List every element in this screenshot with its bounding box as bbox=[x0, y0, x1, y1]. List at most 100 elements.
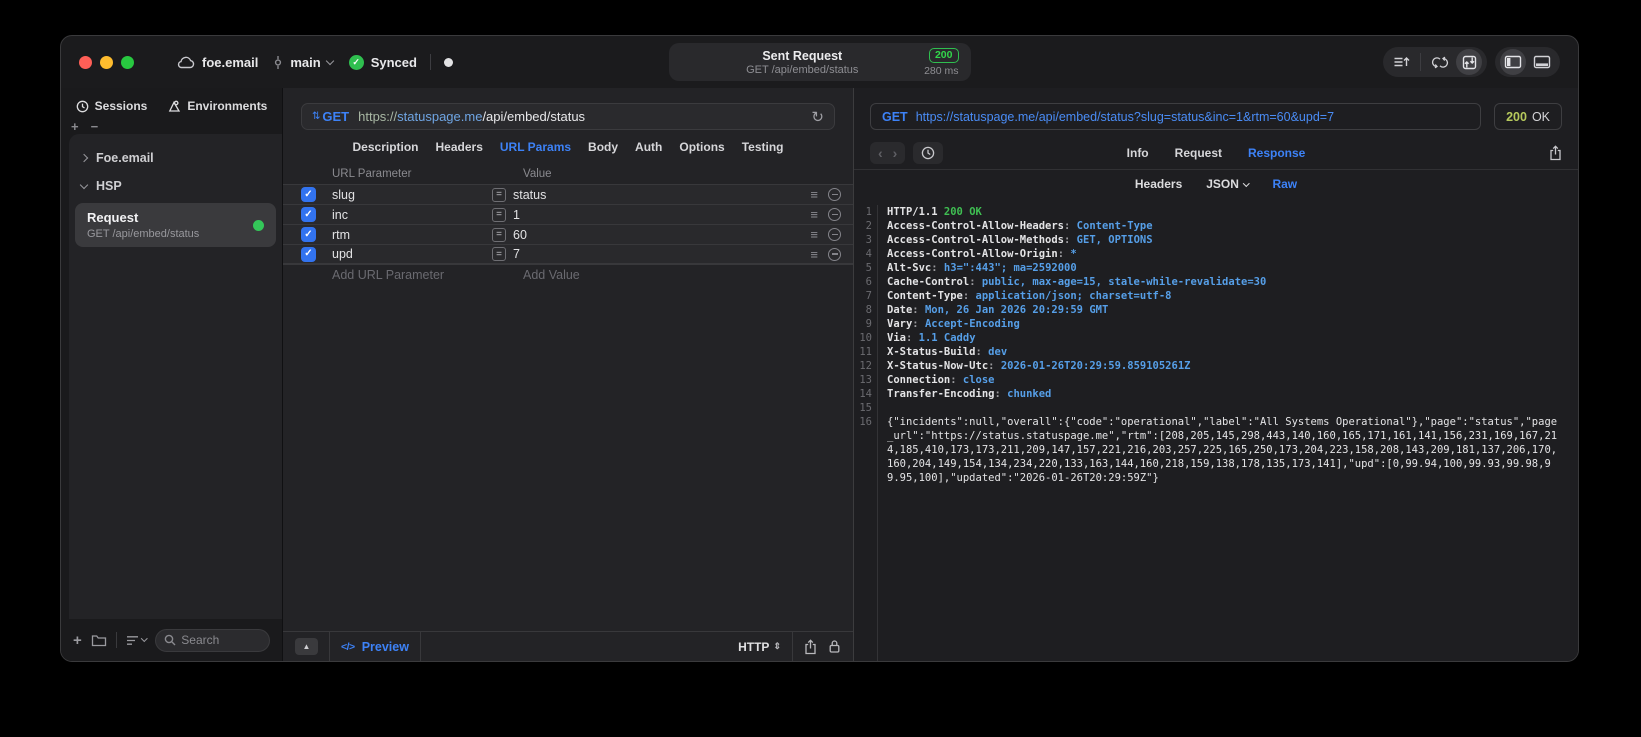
tree-group-foe-email[interactable]: Foe.email bbox=[69, 144, 282, 172]
minimize-window-button[interactable] bbox=[100, 55, 113, 69]
tab-environments-label: Environments bbox=[187, 99, 268, 113]
add-param-row[interactable]: Add URL Parameter Add Value bbox=[283, 264, 853, 285]
tree-group-hsp[interactable]: HSP bbox=[69, 172, 282, 200]
remove-row-icon[interactable] bbox=[828, 188, 841, 201]
toolbar-separator bbox=[1420, 53, 1421, 71]
tab-options[interactable]: Options bbox=[679, 140, 724, 154]
param-row[interactable]: ✓ rtm = 60 ≡ bbox=[283, 224, 853, 244]
add-param-name[interactable]: Add URL Parameter bbox=[332, 268, 523, 282]
response-status-box: 200 OK bbox=[1494, 103, 1562, 130]
code-line-text: {"incidents":null,"overall":{"code":"ope… bbox=[887, 416, 1558, 484]
reorder-icon[interactable]: ≡ bbox=[810, 228, 818, 241]
add-item-button[interactable]: + bbox=[73, 633, 82, 648]
remove-row-icon[interactable] bbox=[828, 228, 841, 241]
tab-response[interactable]: Response bbox=[1248, 146, 1305, 160]
sidebar-search[interactable] bbox=[155, 628, 270, 652]
import-export-icon[interactable] bbox=[1456, 49, 1482, 75]
sidebar-request-item[interactable]: Request GET /api/embed/status bbox=[75, 203, 276, 247]
export-response-icon[interactable] bbox=[1549, 145, 1562, 161]
response-nav-row: ‹ › Info Request Response bbox=[854, 137, 1578, 170]
tab-json[interactable]: JSON bbox=[1206, 177, 1250, 191]
check-icon: ✓ bbox=[304, 208, 313, 220]
toggle-sidebar-icon[interactable] bbox=[1500, 49, 1526, 75]
reorder-icon[interactable]: ≡ bbox=[810, 208, 818, 221]
tab-auth[interactable]: Auth bbox=[635, 140, 662, 154]
request-url[interactable]: https://statuspage.me/api/embed/status bbox=[358, 109, 585, 124]
zoom-window-button[interactable] bbox=[121, 55, 134, 69]
tab-description[interactable]: Description bbox=[353, 140, 419, 154]
sidebar-tree: Foe.email HSP Request GET /api/embed/sta… bbox=[69, 134, 282, 619]
tab-headers[interactable]: Headers bbox=[1135, 177, 1182, 191]
expand-panel-button[interactable]: ▲ bbox=[295, 638, 318, 655]
request-method[interactable]: GET bbox=[322, 109, 349, 124]
param-value-cell[interactable]: = 7 bbox=[492, 247, 810, 261]
param-checkbox[interactable]: ✓ bbox=[301, 246, 316, 262]
method-dropdown-icon[interactable]: ⇅ bbox=[312, 111, 320, 122]
tab-request[interactable]: Request bbox=[1175, 146, 1222, 160]
search-input[interactable] bbox=[181, 633, 261, 647]
code-line: 16 {"incidents":null,"overall":{"code":"o… bbox=[854, 415, 1560, 485]
resend-icon[interactable]: ↻ bbox=[811, 108, 824, 126]
param-value[interactable]: 1 bbox=[513, 208, 520, 222]
close-window-button[interactable] bbox=[79, 55, 92, 69]
param-row[interactable]: ✓ slug = status ≡ bbox=[283, 184, 853, 204]
param-row[interactable]: ✓ inc = 1 ≡ bbox=[283, 204, 853, 224]
param-value-cell[interactable]: = 60 bbox=[492, 227, 810, 242]
param-value[interactable]: status bbox=[513, 188, 546, 202]
sent-request-pill[interactable]: Sent Request GET /api/embed/status 200 2… bbox=[668, 43, 971, 81]
protocol-select[interactable]: HTTP ⇕ bbox=[738, 640, 781, 654]
request-url-bar[interactable]: ⇅ GET https://statuspage.me/api/embed/st… bbox=[301, 103, 835, 130]
tab-info[interactable]: Info bbox=[1127, 146, 1149, 160]
remove-row-icon[interactable] bbox=[828, 247, 841, 261]
share-icon[interactable] bbox=[804, 638, 817, 655]
remove-session-button[interactable]: − bbox=[91, 119, 99, 134]
add-param-value[interactable]: Add Value bbox=[523, 268, 580, 282]
tab-sessions[interactable]: Sessions bbox=[76, 99, 147, 113]
sort-list-icon[interactable] bbox=[126, 635, 148, 646]
tab-testing[interactable]: Testing bbox=[742, 140, 784, 154]
line-number: 4 bbox=[854, 247, 878, 261]
loop-sync-icon[interactable] bbox=[1427, 49, 1453, 75]
param-value[interactable]: 60 bbox=[513, 228, 527, 242]
add-session-button[interactable]: + bbox=[71, 119, 79, 134]
param-checkbox[interactable]: ✓ bbox=[301, 207, 316, 222]
line-number: 8 bbox=[854, 303, 878, 317]
param-name[interactable]: slug bbox=[332, 188, 492, 202]
reorder-icon[interactable]: ≡ bbox=[810, 248, 818, 261]
line-number: 2 bbox=[854, 219, 878, 233]
tab-url-params[interactable]: URL Params bbox=[500, 140, 571, 154]
code-line: 12 X-Status-Now-Utc: 2026-01-26T20:29:59.… bbox=[854, 359, 1560, 373]
param-value[interactable]: 7 bbox=[513, 247, 520, 261]
param-value-cell[interactable]: = 1 bbox=[492, 207, 810, 222]
remove-row-icon[interactable] bbox=[828, 208, 841, 221]
history-button[interactable] bbox=[913, 142, 944, 164]
reorder-icon[interactable]: ≡ bbox=[810, 188, 818, 201]
param-row[interactable]: ✓ upd = 7 ≡ bbox=[283, 244, 853, 264]
tab-body[interactable]: Body bbox=[588, 140, 618, 154]
param-name[interactable]: inc bbox=[332, 208, 492, 222]
sort-lines-icon[interactable] bbox=[1388, 49, 1414, 75]
back-button[interactable]: ‹ bbox=[878, 146, 883, 160]
response-request-line[interactable]: GET https://statuspage.me/api/embed/stat… bbox=[870, 103, 1482, 130]
line-number: 12 bbox=[854, 359, 878, 373]
forward-button[interactable]: › bbox=[893, 146, 898, 160]
param-checkbox[interactable]: ✓ bbox=[301, 187, 316, 202]
sync-status[interactable]: ✓ Synced bbox=[348, 54, 417, 70]
project-name[interactable]: foe.email bbox=[202, 55, 258, 70]
preview-toggle[interactable]: </> Preview bbox=[341, 640, 409, 654]
param-name[interactable]: upd bbox=[332, 247, 492, 261]
toggle-bottom-panel-icon[interactable] bbox=[1529, 49, 1555, 75]
response-body[interactable]: 1 HTTP/1.1 200 OK 2 Access-Control-Allow-He… bbox=[854, 198, 1578, 661]
tab-environments[interactable]: Environments bbox=[167, 99, 267, 113]
tab-raw[interactable]: Raw bbox=[1272, 177, 1297, 191]
new-folder-icon[interactable] bbox=[91, 634, 107, 647]
code-line-text: HTTP/1.1 200 OK bbox=[887, 206, 982, 218]
param-name[interactable]: rtm bbox=[332, 228, 492, 242]
branch-selector[interactable]: main bbox=[272, 55, 334, 70]
app-window: foe.email main ✓ Synced Sent Request GET… bbox=[60, 35, 1579, 662]
tab-headers[interactable]: Headers bbox=[436, 140, 483, 154]
titlebar: foe.email main ✓ Synced Sent Request GET… bbox=[61, 36, 1578, 88]
param-checkbox[interactable]: ✓ bbox=[301, 227, 316, 242]
param-value-cell[interactable]: = status bbox=[492, 187, 810, 202]
